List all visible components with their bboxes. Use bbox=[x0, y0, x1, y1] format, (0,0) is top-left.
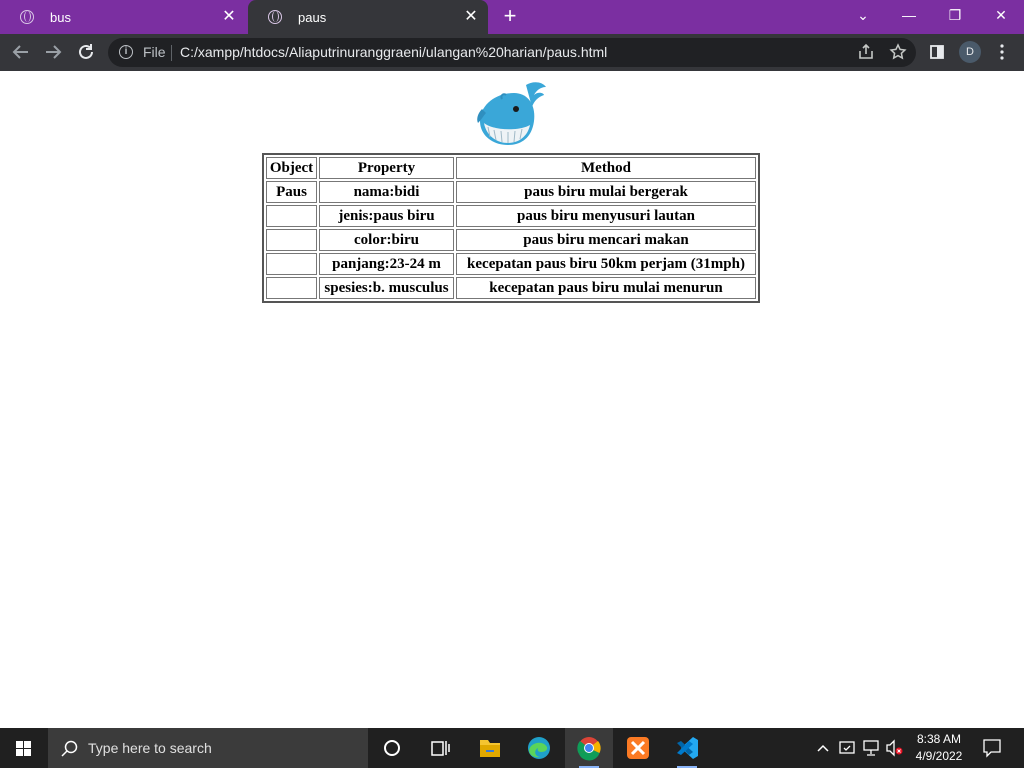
windows-start-icon[interactable] bbox=[0, 728, 48, 768]
vscode-icon[interactable] bbox=[663, 728, 711, 768]
task-view-icon[interactable] bbox=[416, 728, 464, 768]
close-tab-icon[interactable]: ✕ bbox=[220, 8, 238, 26]
header-method: Method bbox=[456, 157, 756, 179]
whale-image bbox=[476, 79, 548, 149]
chevron-up-icon[interactable] bbox=[812, 728, 834, 768]
clock-date[interactable]: 4/9/2022 bbox=[912, 749, 966, 763]
table-row: jenis:paus biru paus biru menyusuri laut… bbox=[266, 205, 756, 227]
clock-time[interactable]: 8:38 AM bbox=[912, 732, 966, 746]
table-row: panjang:23-24 m kecepatan paus biru 50km… bbox=[266, 253, 756, 275]
table-header-row: Object Property Method bbox=[266, 157, 756, 179]
globe-icon bbox=[20, 10, 34, 24]
search-placeholder: Type here to search bbox=[88, 740, 212, 756]
back-icon[interactable] bbox=[9, 40, 33, 64]
cell-property: panjang:23-24 m bbox=[319, 253, 454, 275]
file-label: File bbox=[143, 44, 166, 60]
edge-icon[interactable] bbox=[515, 728, 563, 768]
tab-title: bus bbox=[50, 9, 71, 25]
file-explorer-icon[interactable] bbox=[466, 728, 514, 768]
cell-object bbox=[266, 277, 317, 299]
close-window-button[interactable]: ✕ bbox=[978, 0, 1024, 30]
cell-method: kecepatan paus biru mulai menurun bbox=[456, 277, 756, 299]
cell-method: kecepatan paus biru 50km perjam (31mph) bbox=[456, 253, 756, 275]
tab-search-icon[interactable]: ⌄ bbox=[840, 0, 886, 30]
bookmark-star-icon[interactable] bbox=[886, 40, 910, 64]
cell-property: nama:bidi bbox=[319, 181, 454, 203]
cell-method: paus biru menyusuri lautan bbox=[456, 205, 756, 227]
browser-toolbar: i File C:/xampp/htdocs/Aliaputrinuranggr… bbox=[0, 34, 1024, 71]
table-row: color:biru paus biru mencari makan bbox=[266, 229, 756, 251]
notification-icon[interactable] bbox=[976, 728, 1024, 768]
cell-property: jenis:paus biru bbox=[319, 205, 454, 227]
cell-object bbox=[266, 253, 317, 275]
xampp-icon[interactable] bbox=[614, 728, 662, 768]
header-property: Property bbox=[319, 157, 454, 179]
tab-title: paus bbox=[298, 9, 327, 25]
address-bar[interactable]: i File C:/xampp/htdocs/Aliaputrinuranggr… bbox=[108, 38, 916, 67]
page-content: Object Property Method Paus nama:bidi pa… bbox=[0, 71, 1024, 728]
cell-object: Paus bbox=[266, 181, 317, 203]
paus-table: Object Property Method Paus nama:bidi pa… bbox=[262, 153, 760, 303]
security-icon[interactable] bbox=[836, 728, 858, 768]
forward-icon[interactable] bbox=[41, 40, 65, 64]
chrome-icon[interactable] bbox=[565, 728, 613, 768]
profile-avatar[interactable]: D bbox=[959, 41, 981, 63]
restore-button[interactable]: ❐ bbox=[932, 0, 978, 30]
search-icon bbox=[61, 740, 78, 757]
globe-icon bbox=[268, 10, 282, 24]
cell-object bbox=[266, 205, 317, 227]
volume-muted-icon[interactable] bbox=[884, 728, 906, 768]
cortana-icon[interactable] bbox=[368, 728, 416, 768]
taskbar: Type here to search 8:38 AM 4/9/2022 bbox=[0, 728, 1024, 768]
cell-property: color:biru bbox=[319, 229, 454, 251]
minimize-button[interactable]: — bbox=[886, 0, 932, 30]
table-row: Paus nama:bidi paus biru mulai bergerak bbox=[266, 181, 756, 203]
cell-method: paus biru mulai bergerak bbox=[456, 181, 756, 203]
side-panel-icon[interactable] bbox=[925, 40, 949, 64]
network-icon[interactable] bbox=[860, 728, 882, 768]
close-tab-icon[interactable]: ✕ bbox=[462, 8, 480, 26]
tab-bus[interactable]: bus ✕ bbox=[0, 0, 246, 34]
header-object: Object bbox=[266, 157, 317, 179]
cell-property: spesies:b. musculus bbox=[319, 277, 454, 299]
cell-method: paus biru mencari makan bbox=[456, 229, 756, 251]
info-icon[interactable]: i bbox=[119, 45, 133, 59]
share-icon[interactable] bbox=[854, 40, 878, 64]
title-bar: bus ✕ paus ✕ + ⌄ — ❐ ✕ bbox=[0, 0, 1024, 34]
tab-paus[interactable]: paus ✕ bbox=[248, 0, 488, 34]
cell-object bbox=[266, 229, 317, 251]
new-tab-button[interactable]: + bbox=[498, 5, 522, 29]
reload-icon[interactable] bbox=[74, 40, 98, 64]
table-row: spesies:b. musculus kecepatan paus biru … bbox=[266, 277, 756, 299]
separator bbox=[171, 45, 172, 61]
menu-kebab-icon[interactable] bbox=[990, 40, 1014, 64]
url-text[interactable]: C:/xampp/htdocs/Aliaputrinuranggraeni/ul… bbox=[180, 44, 607, 60]
taskbar-search-box[interactable]: Type here to search bbox=[48, 728, 368, 768]
